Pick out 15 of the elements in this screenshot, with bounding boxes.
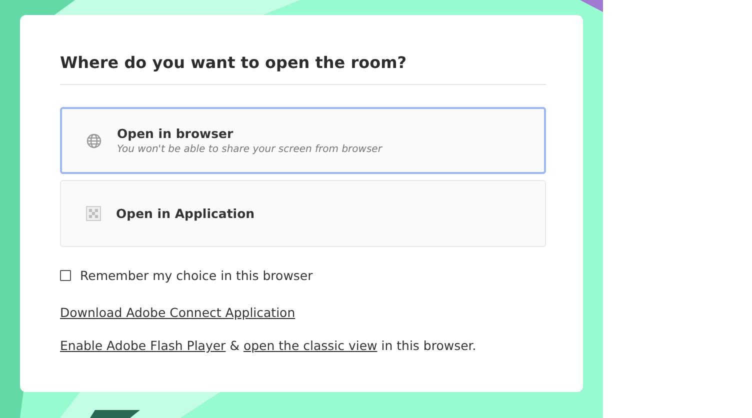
globe-icon — [86, 132, 102, 148]
checkbox[interactable] — [60, 270, 71, 281]
download-link[interactable]: Download Adobe Connect Application — [60, 305, 296, 320]
option-note: You won't be able to share your screen from browser — [117, 144, 382, 155]
open-option[interactable]: Open in Application — [60, 180, 546, 247]
option-label: Open in Application — [116, 206, 255, 221]
dialog-title: Where do you want to open the room? — [60, 53, 546, 85]
footer-text: in this browser. — [381, 338, 476, 353]
open-option[interactable]: Open in browser You won't be able to share your screen from browser — [60, 107, 546, 174]
checkbox-label: Remember my choice in this browser — [80, 268, 313, 283]
flash-link[interactable]: Enable Adobe Flash Player — [60, 338, 226, 353]
classic-view-link[interactable]: open the classic view — [243, 338, 378, 353]
application-icon — [86, 206, 101, 221]
option-label: Open in browser — [117, 126, 234, 141]
ampersand-text: & — [230, 338, 240, 353]
